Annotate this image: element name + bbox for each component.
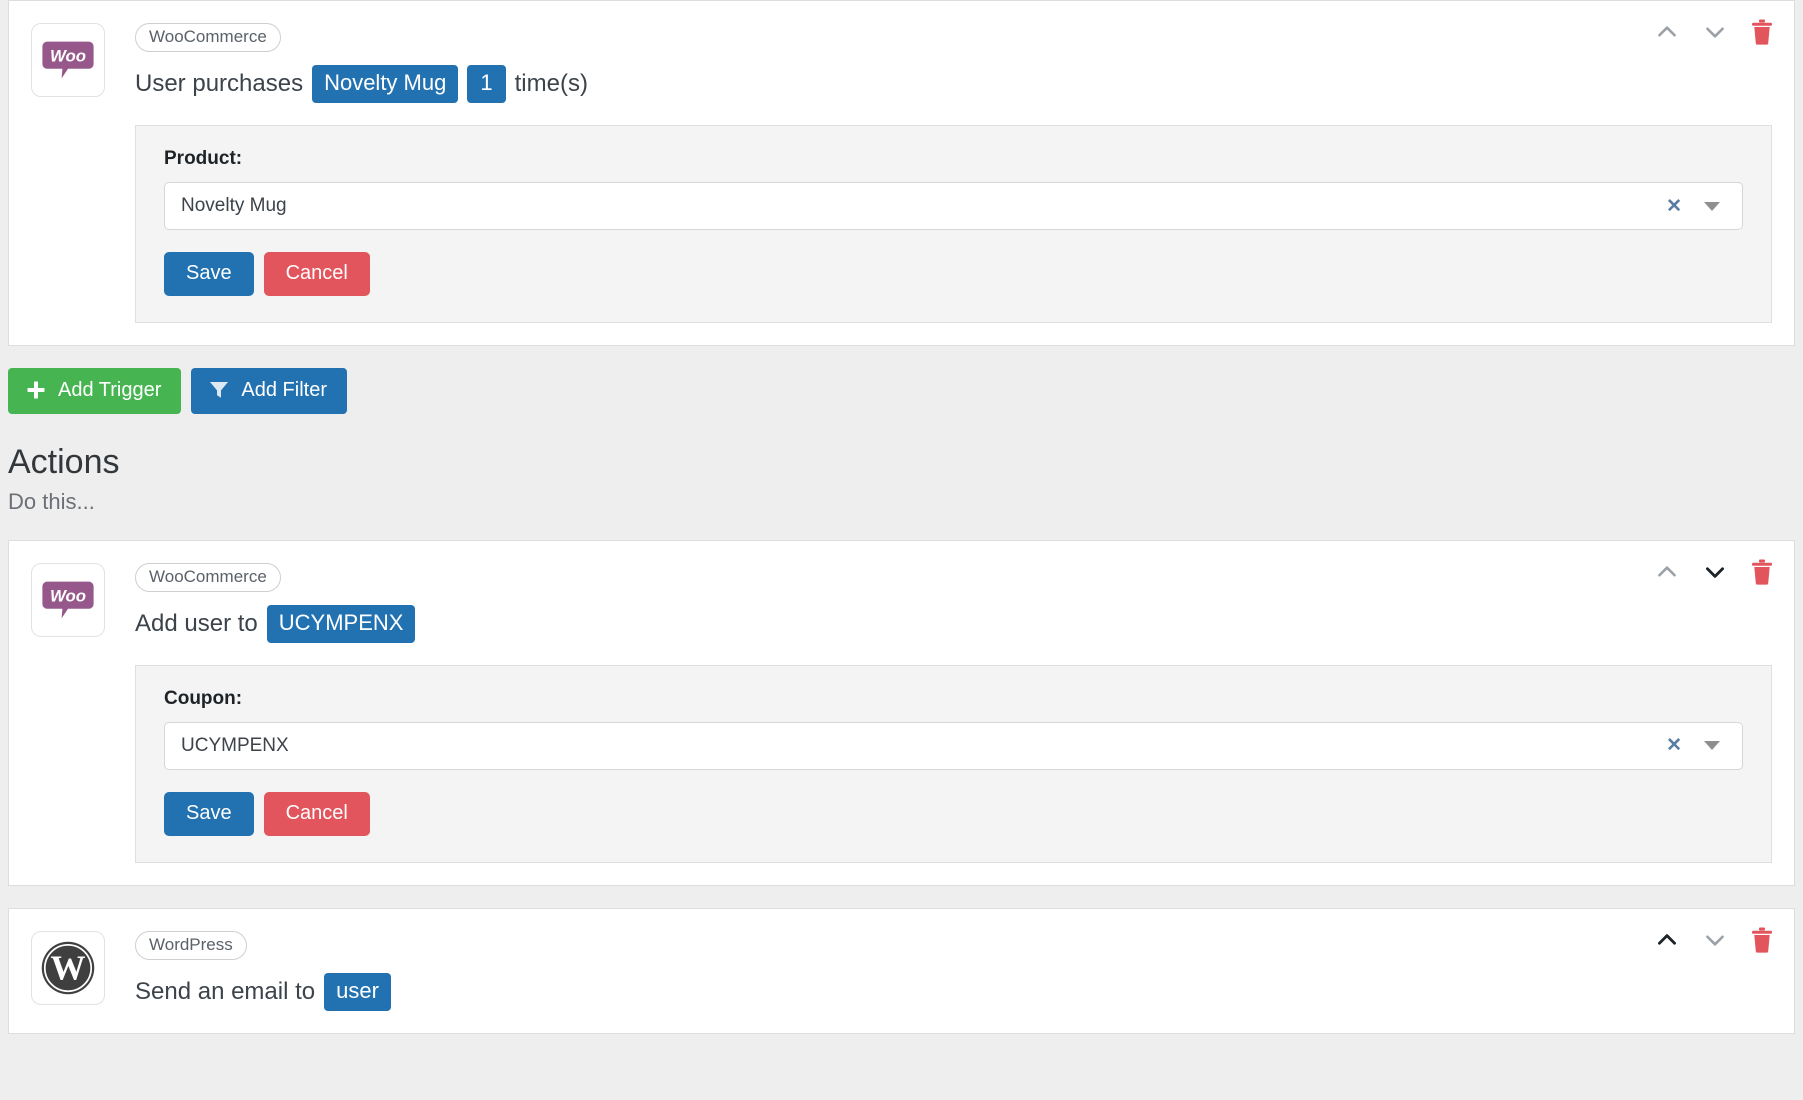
chevron-up-icon[interactable] — [1654, 19, 1680, 45]
product-select-value: Novelty Mug — [181, 195, 287, 217]
action-card-email: W WordPress Send an email to user — [8, 907, 1795, 1035]
plus-icon — [26, 380, 46, 400]
coupon-field-panel: Coupon: UCYMPENX ✕ Save Cancel — [135, 664, 1772, 863]
svg-text:Woo: Woo — [50, 586, 86, 605]
coupon-field-label: Coupon: — [164, 687, 243, 709]
cancel-button[interactable]: Cancel — [263, 791, 370, 836]
svg-text:W: W — [51, 948, 86, 987]
product-select[interactable]: Novelty Mug ✕ — [164, 182, 1743, 231]
action-token-recipient[interactable]: user — [324, 973, 391, 1012]
action-card-coupon-actions — [1654, 559, 1774, 585]
woocommerce-logo: Woo — [31, 23, 105, 97]
funnel-icon — [209, 380, 229, 400]
action-sentence: Send an email to user — [135, 973, 391, 1012]
integration-badge: WooCommerce — [135, 562, 281, 592]
add-filter-label: Add Filter — [241, 379, 327, 402]
action-sentence-prefix: Add user to — [135, 609, 258, 637]
trigger-card: Woo WooCommerce User purchases Novelty M… — [8, 0, 1795, 347]
trigger-sentence-suffix: time(s) — [514, 70, 588, 98]
action-sentence: Add user to UCYMPENX — [135, 604, 416, 643]
add-trigger-button[interactable]: Add Trigger — [8, 368, 182, 415]
clear-x-icon[interactable]: ✕ — [1666, 197, 1682, 216]
chevron-up-icon[interactable] — [1654, 927, 1680, 953]
save-button[interactable]: Save — [164, 791, 254, 836]
trigger-card-header: Woo WooCommerce User purchases Novelty M… — [31, 21, 1772, 104]
integration-badge: WordPress — [135, 930, 247, 961]
integration-badge: WooCommerce — [135, 23, 281, 53]
add-trigger-label: Add Trigger — [58, 379, 162, 402]
page-title: Actions — [8, 443, 120, 482]
actions-section-heading: Actions Do this... — [0, 414, 1803, 515]
trigger-sentence: User purchases Novelty Mug 1 time(s) — [135, 65, 588, 104]
cancel-button[interactable]: Cancel — [263, 252, 370, 297]
trash-icon[interactable] — [1750, 559, 1774, 585]
coupon-select-value: UCYMPENX — [181, 734, 289, 756]
automation-recipe-page: Woo WooCommerce User purchases Novelty M… — [0, 0, 1803, 1035]
add-buttons-bar: Add Trigger Add Filter — [0, 346, 1803, 415]
actions-subtitle: Do this... — [8, 489, 95, 515]
svg-text:Woo: Woo — [50, 47, 86, 66]
chevron-up-icon[interactable] — [1654, 559, 1680, 585]
trigger-field-panel: Product: Novelty Mug ✕ Save Cancel — [135, 125, 1772, 324]
coupon-button-row: Save Cancel — [164, 791, 1743, 836]
action-sentence-prefix: Send an email to — [135, 978, 316, 1006]
coupon-select[interactable]: UCYMPENX ✕ — [164, 721, 1743, 770]
action-token-coupon[interactable]: UCYMPENX — [266, 604, 416, 643]
trigger-card-actions — [1654, 19, 1774, 45]
caret-down-icon[interactable] — [1704, 741, 1720, 751]
trash-icon[interactable] — [1750, 19, 1774, 45]
trigger-button-row: Save Cancel — [164, 252, 1743, 297]
chevron-down-icon[interactable] — [1702, 559, 1728, 585]
chevron-down-icon[interactable] — [1702, 19, 1728, 45]
chevron-down-icon[interactable] — [1702, 927, 1728, 953]
product-field-label: Product: — [164, 148, 243, 170]
action-card-coupon: Woo WooCommerce Add user to UCYMPENX Cou… — [8, 539, 1795, 886]
wordpress-logo: W — [31, 930, 105, 1005]
caret-down-icon[interactable] — [1704, 201, 1720, 211]
trash-icon[interactable] — [1750, 927, 1774, 953]
action-card-email-header: W WordPress Send an email to user — [31, 929, 1772, 1012]
trigger-sentence-prefix: User purchases — [135, 70, 304, 98]
clear-x-icon[interactable]: ✕ — [1666, 736, 1682, 755]
action-card-email-actions — [1654, 927, 1774, 953]
trigger-token-product[interactable]: Novelty Mug — [312, 65, 459, 104]
save-button[interactable]: Save — [164, 252, 254, 297]
woocommerce-logo: Woo — [31, 562, 105, 637]
action-card-coupon-header: Woo WooCommerce Add user to UCYMPENX — [31, 561, 1772, 643]
add-filter-button[interactable]: Add Filter — [191, 368, 347, 415]
trigger-token-count[interactable]: 1 — [467, 65, 506, 104]
